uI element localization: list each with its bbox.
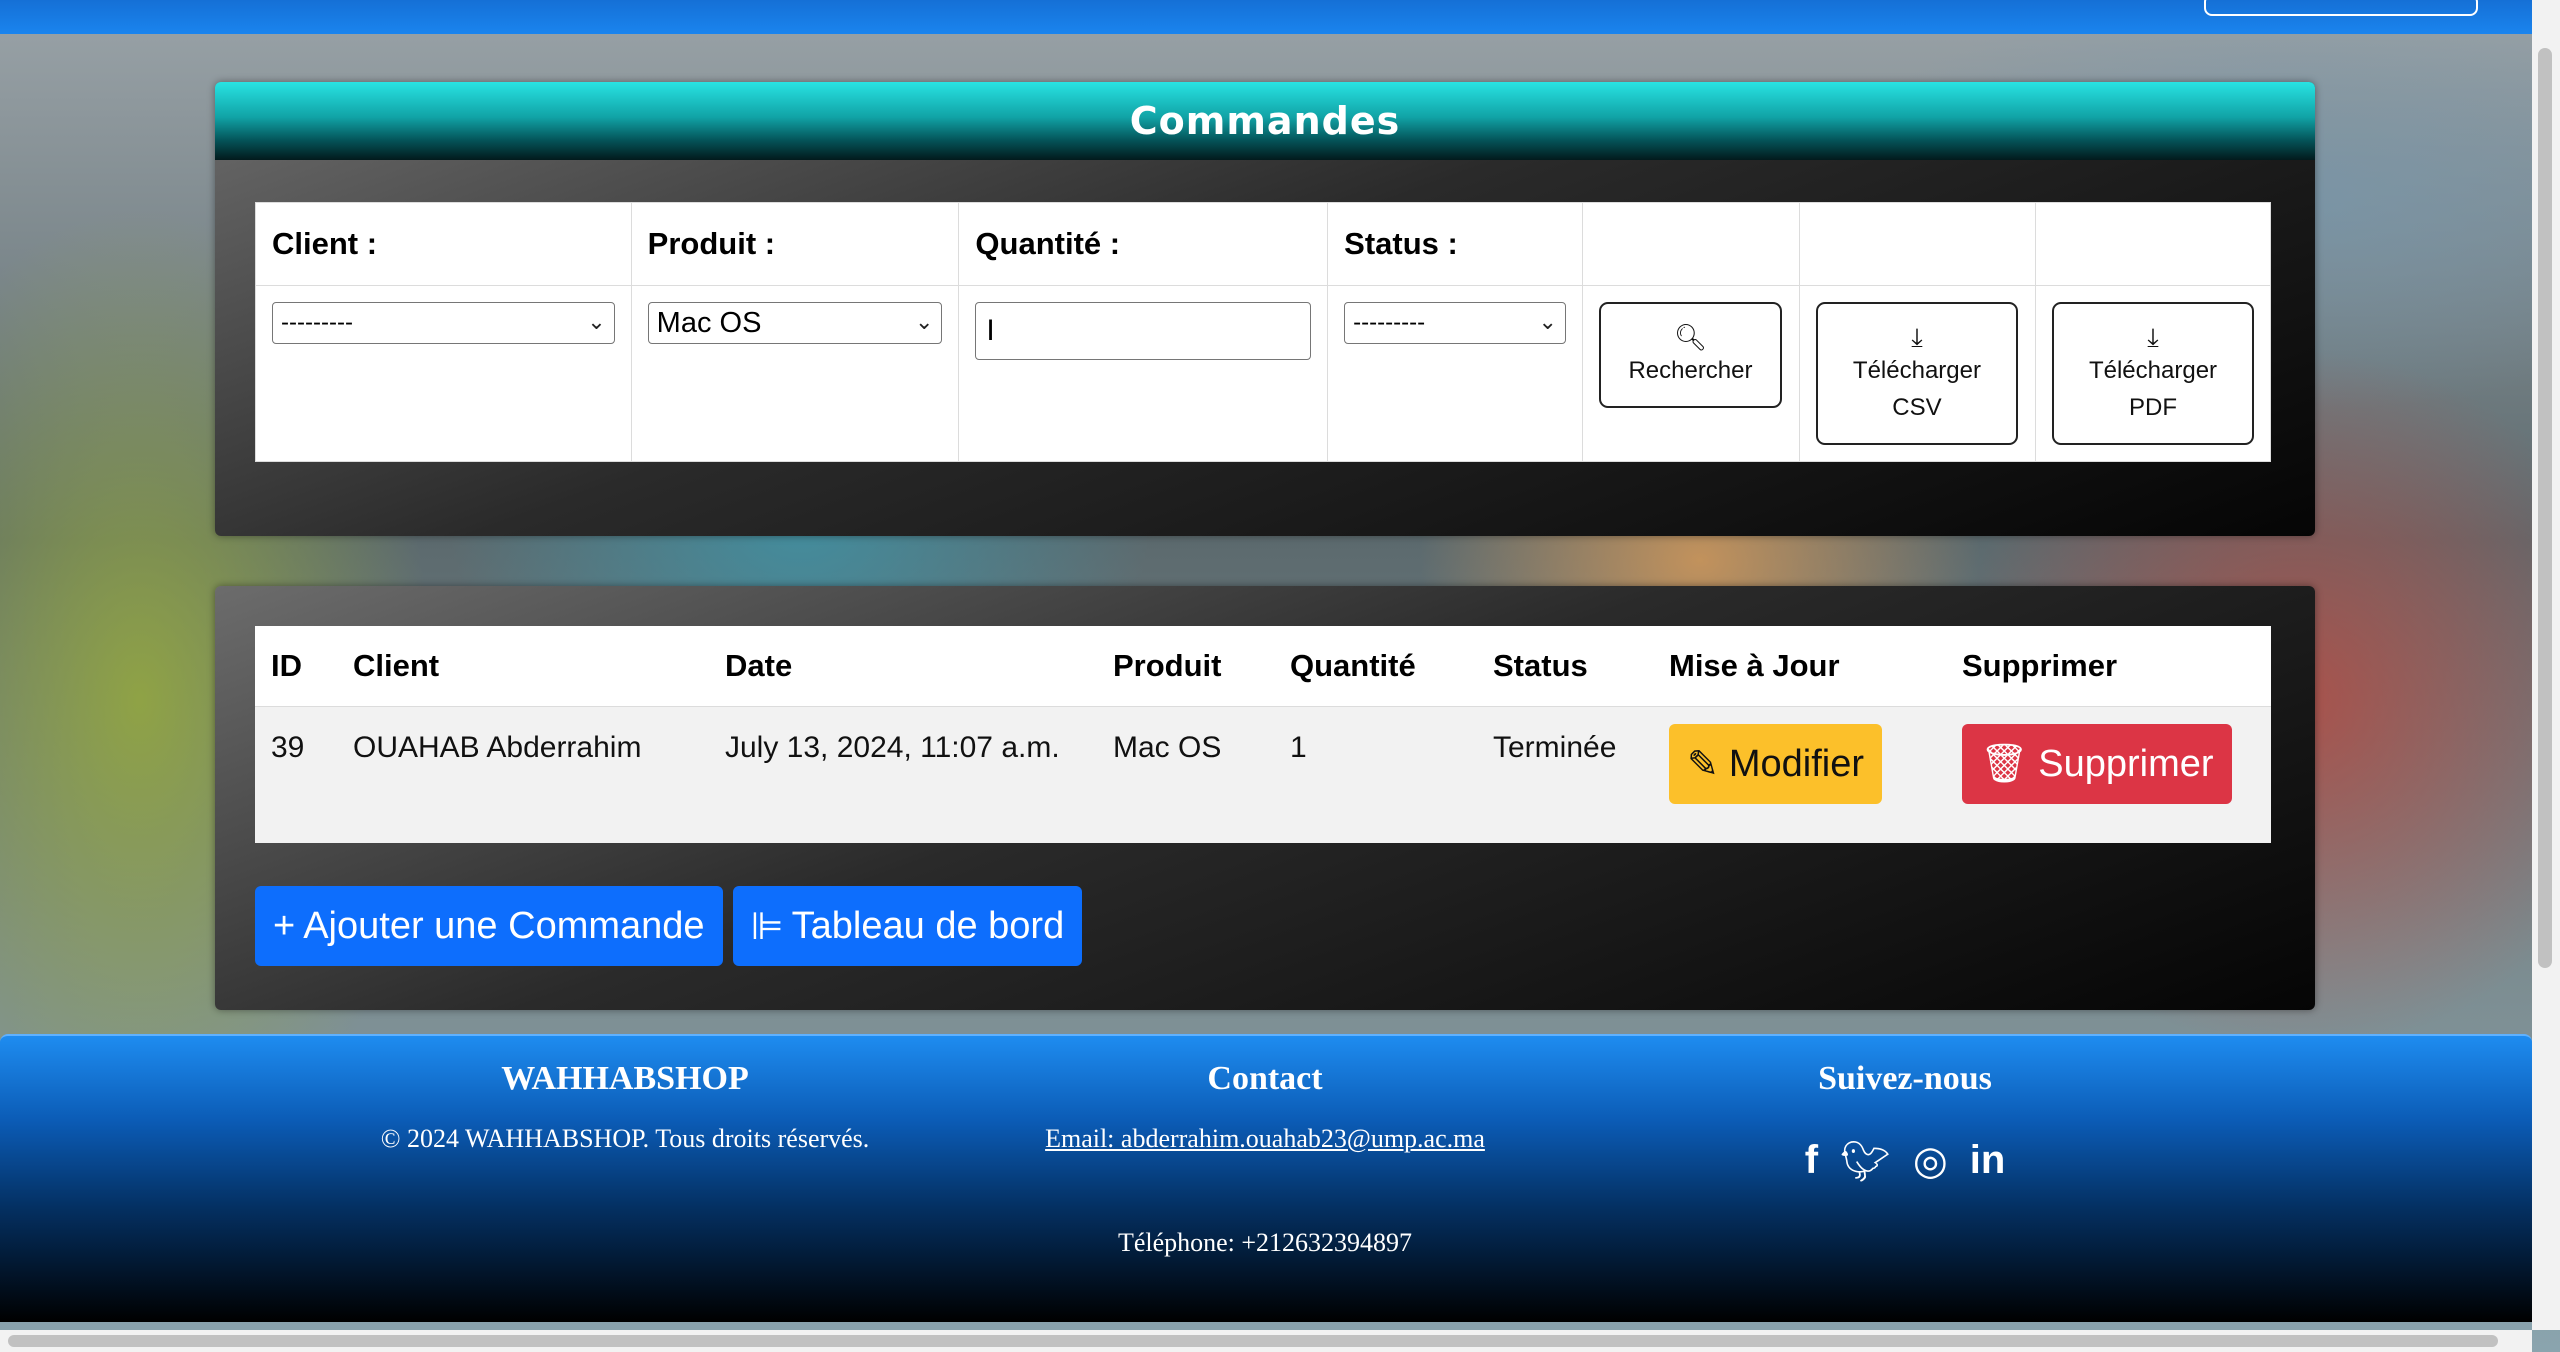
csv-button-label-1: Télécharger bbox=[1852, 356, 1981, 384]
filter-panel: Commandes Client : Produit : Quantité : … bbox=[215, 82, 2315, 536]
column-header: Client bbox=[337, 626, 709, 707]
page-title: Commandes bbox=[1129, 99, 1401, 143]
client-select-value: --------- bbox=[281, 309, 353, 336]
search-icon: 🔍︎ bbox=[1673, 321, 1707, 352]
navbar-toggle-button[interactable] bbox=[2204, 0, 2478, 16]
delete-button[interactable]: 🗑︎ Supprimer bbox=[1962, 724, 2232, 804]
footer-email-link[interactable]: Email: abderrahim.ouahab23@ump.ac.ma bbox=[940, 1124, 1590, 1154]
social-links: f 🐦︎ ◎ in bbox=[1680, 1138, 2130, 1185]
column-header: Date bbox=[709, 626, 1097, 707]
trash-icon: 🗑︎ bbox=[1980, 743, 2029, 785]
column-header: Status bbox=[1477, 626, 1653, 707]
modify-button[interactable]: ✎ Modifier bbox=[1669, 724, 1882, 804]
order-quantity: 1 bbox=[1274, 706, 1477, 843]
add-order-button[interactable]: + Ajouter une Commande bbox=[255, 886, 723, 966]
top-navbar bbox=[0, 0, 2532, 34]
chevron-down-icon: ⌄ bbox=[1538, 309, 1557, 334]
footer-contact: Contact Email: abderrahim.ouahab23@ump.a… bbox=[940, 1060, 1590, 1258]
add-order-label: Ajouter une Commande bbox=[303, 904, 705, 947]
quantity-input[interactable]: I bbox=[975, 302, 1312, 360]
footer-follow-title: Suivez-nous bbox=[1818, 1060, 1992, 1097]
csv-button-label-2: CSV bbox=[1892, 393, 1942, 421]
footer-copyright: © 2024 WAHHABSHOP. Tous droits réservés. bbox=[380, 1124, 870, 1153]
download-csv-button[interactable]: ⤓ Télécharger CSV bbox=[1815, 302, 2018, 445]
column-header: Produit bbox=[1097, 626, 1274, 707]
orders-panel: ID Client Date Produit Quantité Status M… bbox=[215, 586, 2315, 1010]
panel-header: Commandes bbox=[215, 82, 2315, 160]
instagram-icon[interactable]: ◎ bbox=[1913, 1138, 1948, 1185]
dashboard-label: Tableau de bord bbox=[791, 904, 1065, 947]
download-pdf-button[interactable]: ⤓ Télécharger PDF bbox=[2052, 302, 2254, 445]
delete-button-label: Supprimer bbox=[2038, 742, 2214, 785]
column-header: Quantité bbox=[1274, 626, 1477, 707]
status-filter-label: Status : bbox=[1327, 202, 1583, 286]
chart-icon: ⊫ bbox=[750, 905, 784, 948]
twitter-icon[interactable]: 🐦︎ bbox=[1840, 1138, 1891, 1185]
table-row: 39 OUAHAB Abderrahim July 13, 2024, 11:0… bbox=[255, 706, 2271, 843]
order-client: OUAHAB Abderrahim bbox=[337, 706, 709, 843]
scrollbar-thumb[interactable] bbox=[8, 1335, 2498, 1347]
scrollbar-thumb[interactable] bbox=[2538, 48, 2552, 968]
product-filter-label: Produit : bbox=[630, 202, 960, 286]
modify-button-label: Modifier bbox=[1728, 742, 1864, 785]
footer-phone: Téléphone: +212632394897 bbox=[1117, 1228, 1413, 1257]
status-select[interactable]: --------- ⌄ bbox=[1344, 302, 1566, 344]
chevron-down-icon: ⌄ bbox=[914, 309, 934, 334]
order-id: 39 bbox=[255, 706, 337, 843]
column-header: ID bbox=[255, 626, 337, 707]
quantity-filter-label: Quantité : bbox=[958, 202, 1329, 286]
order-product: Mac OS bbox=[1097, 706, 1274, 843]
table-header-row: ID Client Date Produit Quantité Status M… bbox=[255, 626, 2271, 707]
vertical-scrollbar[interactable] bbox=[2532, 0, 2560, 1330]
chevron-down-icon: ⌄ bbox=[587, 309, 606, 334]
plus-icon: + bbox=[273, 904, 296, 947]
download-icon: ⤓ bbox=[1911, 321, 1923, 352]
pdf-button-label-1: Télécharger bbox=[2088, 356, 2218, 384]
order-status: Terminée bbox=[1477, 706, 1653, 843]
filter-form: Client : Produit : Quantité : Status : -… bbox=[255, 202, 2271, 462]
footer-brand-title: WAHHABSHOP bbox=[501, 1060, 749, 1097]
facebook-icon[interactable]: f bbox=[1805, 1138, 1818, 1185]
product-select[interactable]: Mac OS ⌄ bbox=[647, 302, 943, 344]
status-select-value: --------- bbox=[1353, 309, 1426, 336]
footer-brand: WAHHABSHOP © 2024 WAHHABSHOP. Tous droit… bbox=[300, 1060, 950, 1154]
pdf-button-label-2: PDF bbox=[2129, 393, 2177, 421]
linkedin-icon[interactable]: in bbox=[1970, 1138, 2006, 1185]
order-date: July 13, 2024, 11:07 a.m. bbox=[709, 706, 1097, 843]
column-header: Mise à Jour bbox=[1653, 626, 1946, 707]
footer: WAHHABSHOP © 2024 WAHHABSHOP. Tous droit… bbox=[0, 1034, 2532, 1322]
dashboard-button[interactable]: ⊫ Tableau de bord bbox=[732, 886, 1083, 966]
column-header: Supprimer bbox=[1946, 626, 2271, 707]
action-buttons: + Ajouter une Commande ⊫ Tableau de bord bbox=[255, 886, 1083, 966]
client-select[interactable]: --------- ⌄ bbox=[272, 302, 615, 344]
footer-social: Suivez-nous f 🐦︎ ◎ in bbox=[1680, 1060, 2130, 1185]
download-icon: ⤓ bbox=[2147, 321, 2159, 352]
orders-table: ID Client Date Produit Quantité Status M… bbox=[255, 626, 2271, 843]
footer-contact-title: Contact bbox=[1207, 1060, 1323, 1097]
search-button[interactable]: 🔍︎ Rechercher bbox=[1598, 302, 1782, 408]
product-select-value: Mac OS bbox=[656, 306, 762, 339]
horizontal-scrollbar[interactable] bbox=[0, 1330, 2532, 1352]
quantity-input-value: I bbox=[986, 314, 995, 347]
search-button-label: Rechercher bbox=[1628, 356, 1753, 384]
client-filter-label: Client : bbox=[255, 202, 632, 286]
edit-icon: ✎ bbox=[1687, 743, 1719, 786]
